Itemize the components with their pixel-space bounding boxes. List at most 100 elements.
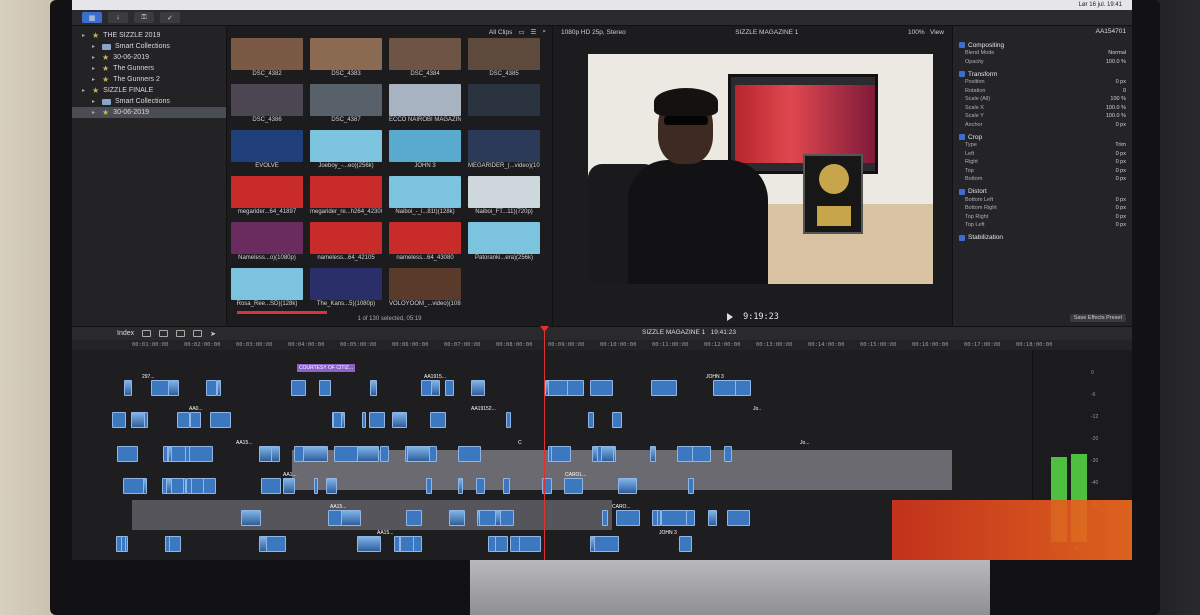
- timeline-clip[interactable]: [370, 380, 377, 396]
- disclosure-triangle-icon[interactable]: ▸: [92, 54, 98, 61]
- timeline-clip[interactable]: [169, 536, 181, 552]
- inspector-param-row[interactable]: Top 0 px: [959, 168, 1126, 177]
- timeline-clip[interactable]: [679, 536, 693, 552]
- timeline-clip[interactable]: [510, 536, 520, 552]
- browser-clip[interactable]: Nameless...o)(1080p): [231, 222, 303, 262]
- browser-clip[interactable]: Naiboi_-_l...81t)(128k): [389, 176, 461, 216]
- library-icon[interactable]: ▦: [82, 12, 102, 23]
- timeline-clip[interactable]: [240, 510, 261, 526]
- disclosure-triangle-icon[interactable]: ▸: [92, 65, 98, 72]
- disclosure-triangle-icon[interactable]: ▸: [82, 32, 88, 39]
- disclosure-triangle-icon[interactable]: ▸: [82, 87, 88, 94]
- param-value[interactable]: 0 px: [1116, 168, 1126, 177]
- inspector-param-row[interactable]: Top Right 0 px: [959, 214, 1126, 223]
- timeline-clip[interactable]: [188, 446, 213, 462]
- timeline-clip[interactable]: [170, 478, 185, 494]
- param-value[interactable]: 0 px: [1116, 151, 1126, 160]
- timeline-clip[interactable]: [550, 446, 572, 462]
- overwrite-icon[interactable]: [193, 330, 203, 337]
- browser-clip[interactable]: MEGARIDER_(...video)(1080p): [468, 130, 540, 170]
- timeline-clip[interactable]: [340, 510, 361, 526]
- timeline-clip[interactable]: [656, 510, 662, 526]
- timeline-clip[interactable]: [332, 412, 342, 428]
- inspector-param-row[interactable]: Bottom Right 0 px: [959, 205, 1126, 214]
- inspector-param-row[interactable]: Position 0 px: [959, 79, 1126, 88]
- clip-appearance-icon[interactable]: [142, 330, 152, 337]
- timeline-clip[interactable]: [190, 412, 202, 428]
- timeline-clip[interactable]: [587, 412, 595, 428]
- library-item[interactable]: ▸ ★ 30-06-2019: [72, 52, 226, 63]
- timeline-clip[interactable]: [478, 510, 496, 526]
- param-value[interactable]: 100 %: [1110, 96, 1126, 105]
- inspector-param-row[interactable]: Opacity 100.0 %: [959, 59, 1126, 68]
- timeline-clip[interactable]: [449, 510, 466, 526]
- browser-clip[interactable]: Joeboy_-...eo)(256k): [310, 130, 382, 170]
- library-item[interactable]: ▸ ★ SIZZLE FINALE: [72, 85, 226, 96]
- timeline[interactable]: COURTESY OF CITIZ... 297... AA0... AA15...…: [72, 350, 1032, 560]
- timeline-clip[interactable]: [723, 446, 732, 462]
- timeline-clip[interactable]: [594, 536, 619, 552]
- param-value[interactable]: 100.0 %: [1106, 113, 1126, 122]
- inspector-param-row[interactable]: Top Left 0 px: [959, 222, 1126, 231]
- view-dropdown[interactable]: View: [930, 29, 944, 36]
- library-item[interactable]: ▸ ★ The Gunners: [72, 63, 226, 74]
- import-icon[interactable]: ↓: [108, 12, 128, 23]
- disclosure-triangle-icon[interactable]: ▸: [92, 98, 98, 105]
- disclosure-triangle-icon[interactable]: ▸: [92, 43, 98, 50]
- timeline-ruler[interactable]: 00:01:00:00 00:02:00:00 00:03:00:00 00:04:0…: [72, 340, 1132, 350]
- zoom-dropdown[interactable]: 100%: [908, 29, 925, 36]
- param-value[interactable]: Normal: [1108, 50, 1126, 59]
- timeline-clip[interactable]: [650, 380, 677, 396]
- timeline-clip[interactable]: [290, 380, 306, 396]
- insert-icon[interactable]: [176, 330, 186, 337]
- browser-clip[interactable]: DSC_4384: [389, 38, 461, 78]
- timeline-clip[interactable]: [457, 446, 482, 462]
- timeline-clip[interactable]: [688, 478, 695, 494]
- browser-clip[interactable]: megarider...64_41897: [231, 176, 303, 216]
- timeline-clip[interactable]: [617, 478, 638, 494]
- timeline-clip[interactable]: [589, 380, 613, 396]
- browser-clip[interactable]: The_Kans...5)(1080p): [310, 268, 382, 308]
- search-icon[interactable]: ⌕: [542, 28, 546, 36]
- timeline-clip[interactable]: [413, 536, 423, 552]
- inspector-param-row[interactable]: Scale Y 100.0 %: [959, 113, 1126, 122]
- timeline-clip[interactable]: [421, 380, 432, 396]
- library-item[interactable]: ▸ ★ THE SIZZLE 2019: [72, 30, 226, 41]
- inspector-section[interactable]: Transform: [959, 69, 1126, 79]
- clip-filter-dropdown[interactable]: All Clips: [489, 29, 512, 36]
- library-item[interactable]: ▸ ★ 30-06-2019: [72, 107, 226, 118]
- timeline-clip[interactable]: [356, 536, 382, 552]
- timeline-clip[interactable]: [325, 478, 337, 494]
- inspector-param-row[interactable]: Right 0 px: [959, 159, 1126, 168]
- timeline-clip[interactable]: [171, 446, 187, 462]
- timeline-clip[interactable]: [596, 446, 602, 462]
- timeline-clip[interactable]: [426, 478, 433, 494]
- browser-clip[interactable]: nameless...64_43080: [389, 222, 461, 262]
- checkbox-icon[interactable]: [959, 188, 965, 195]
- check-icon[interactable]: ✓: [160, 12, 180, 23]
- inspector-param-row[interactable]: Left 0 px: [959, 151, 1126, 160]
- browser-clip[interactable]: Rosa_Ree...SD)(128k): [231, 268, 303, 308]
- timeline-clip[interactable]: [217, 380, 222, 396]
- inspector-param-row[interactable]: Bottom Left 0 px: [959, 197, 1126, 206]
- browser-clip[interactable]: DSC_4385: [468, 38, 540, 78]
- timeline-clip[interactable]: [457, 478, 463, 494]
- browser-clip[interactable]: Patoranki...era)(256k): [468, 222, 540, 262]
- timeline-clip[interactable]: [406, 446, 430, 462]
- play-icon[interactable]: [727, 313, 734, 321]
- inspector-param-row[interactable]: Anchor 0 px: [959, 122, 1126, 131]
- timeline-clip[interactable]: [400, 536, 415, 552]
- browser-clip[interactable]: nameless...64_42105: [310, 222, 382, 262]
- param-value[interactable]: 0 px: [1116, 79, 1126, 88]
- browser-clip[interactable]: Naiboi_FT...11)(720p): [468, 176, 540, 216]
- timeline-clip[interactable]: [612, 412, 622, 428]
- inspector-section[interactable]: Crop: [959, 132, 1126, 142]
- timeline-clip[interactable]: [503, 478, 510, 494]
- save-effects-preset-button[interactable]: Save Effects Preset: [1069, 314, 1126, 322]
- timeline-clip[interactable]: [168, 380, 180, 396]
- timeline-clip[interactable]: [265, 536, 286, 552]
- param-value[interactable]: 0 px: [1116, 122, 1126, 131]
- param-value[interactable]: 0 px: [1116, 159, 1126, 168]
- param-value[interactable]: 0 px: [1116, 214, 1126, 223]
- title-clip[interactable]: COURTESY OF CITIZ...: [297, 364, 355, 372]
